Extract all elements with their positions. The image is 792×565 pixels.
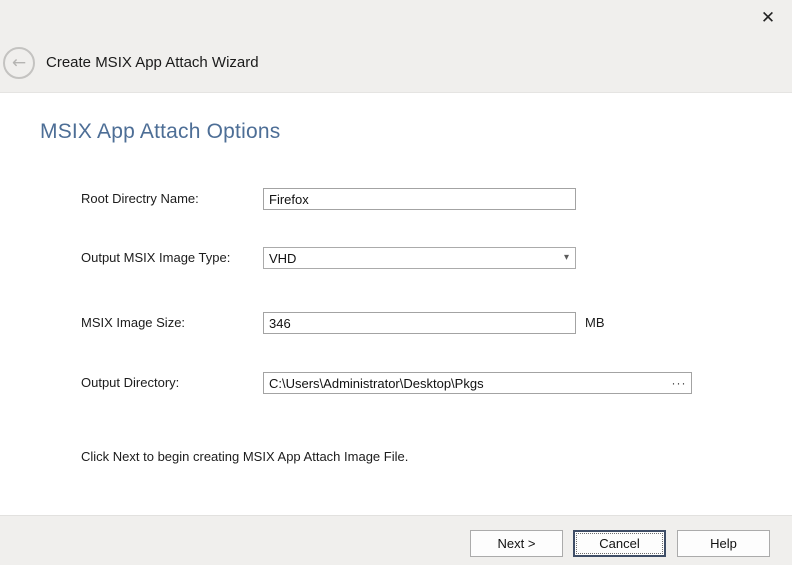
cancel-button[interactable]: Cancel	[573, 530, 666, 557]
image-type-value: VHD	[269, 251, 296, 266]
close-icon[interactable]: ✕	[755, 5, 781, 31]
image-type-label: Output MSIX Image Type:	[81, 247, 230, 269]
wizard-header: ✕ ← Create MSIX App Attach Wizard	[0, 0, 792, 93]
output-directory-field: ···	[263, 372, 692, 394]
instruction-text: Click Next to begin creating MSIX App At…	[81, 449, 408, 464]
page-title: MSIX App Attach Options	[40, 120, 280, 144]
image-size-label: MSIX Image Size:	[81, 312, 185, 334]
image-size-input[interactable]	[263, 312, 576, 334]
back-arrow-icon: ←	[12, 53, 26, 73]
chevron-down-icon: ▾	[564, 253, 569, 263]
root-directory-input[interactable]	[263, 188, 576, 210]
image-size-unit: MB	[585, 312, 605, 334]
output-directory-label: Output Directory:	[81, 372, 179, 394]
root-directory-label: Root Directry Name:	[81, 188, 199, 210]
help-button[interactable]: Help	[677, 530, 770, 557]
back-button[interactable]: ←	[3, 47, 35, 79]
browse-button[interactable]: ···	[667, 373, 691, 393]
image-type-dropdown[interactable]: VHD ▾	[263, 247, 576, 269]
ellipsis-icon: ···	[672, 376, 687, 390]
next-button[interactable]: Next >	[470, 530, 563, 557]
wizard-footer: Next > Cancel Help	[0, 515, 792, 565]
wizard-title: Create MSIX App Attach Wizard	[46, 54, 259, 71]
wizard-dialog: ✕ ← Create MSIX App Attach Wizard MSIX A…	[0, 0, 792, 565]
output-directory-input[interactable]	[264, 373, 667, 393]
